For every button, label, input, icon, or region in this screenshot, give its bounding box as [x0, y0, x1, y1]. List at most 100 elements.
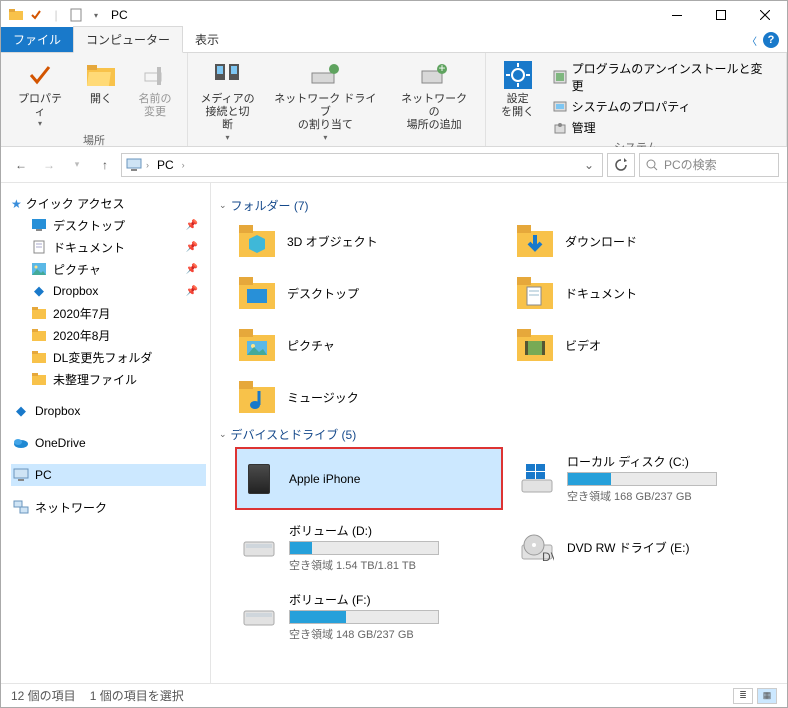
nav-back-button[interactable]: ← — [9, 153, 33, 177]
tree-network[interactable]: ネットワーク — [11, 496, 206, 518]
tree-2020-7[interactable]: 2020年7月 — [29, 302, 206, 324]
tree-desktop[interactable]: デスクトップ📌 — [29, 214, 206, 236]
add-network-button[interactable]: + ネットワークの 場所の追加 — [392, 57, 477, 135]
qat-dropdown-icon[interactable]: ▾ — [87, 6, 105, 24]
status-selected: 1 個の項目を選択 — [90, 687, 184, 704]
breadcrumb-pc[interactable]: PC — [153, 156, 178, 174]
pin-icon: 📌 — [186, 220, 204, 231]
titlebar: | ▾ PC — [1, 1, 787, 29]
documents-icon — [31, 239, 47, 255]
tab-computer[interactable]: コンピューター — [73, 26, 183, 53]
folder-3dobjects[interactable]: 3D オブジェクト — [235, 218, 503, 264]
tree-dl-dest[interactable]: DL変更先フォルダ — [29, 346, 206, 368]
folder-documents[interactable]: ドキュメント — [513, 270, 781, 316]
uninstall-button[interactable]: プログラムのアンインストールと変更 — [548, 59, 778, 95]
rename-icon — [139, 59, 171, 91]
drive-c[interactable]: ローカル ディスク (C:) 空き領域 168 GB/237 GB — [513, 447, 781, 510]
ribbon-group-network: メディアの 接続と切断 ▾ ネットワーク ドライブ の割り当て ▾ + ネットワ… — [188, 53, 486, 146]
chevron-right-icon[interactable]: › — [182, 160, 185, 170]
minimize-button[interactable] — [655, 1, 699, 29]
tree-2020-8[interactable]: 2020年8月 — [29, 324, 206, 346]
tree-dropbox[interactable]: ◆Dropbox — [11, 400, 206, 422]
search-icon — [646, 159, 658, 171]
device-iphone[interactable]: Apple iPhone — [235, 447, 503, 510]
section-folders[interactable]: ⌄フォルダー (7) — [217, 191, 781, 218]
drive-f[interactable]: ボリューム (F:) 空き領域 148 GB/237 GB — [235, 585, 503, 648]
section-devices[interactable]: ⌄デバイスとドライブ (5) — [217, 420, 781, 447]
open-settings-button[interactable]: 設定 を開く — [494, 57, 542, 121]
network-icon — [13, 499, 29, 515]
tree-dropbox-pin[interactable]: ◆Dropbox📌 — [29, 280, 206, 302]
media-button[interactable]: メディアの 接続と切断 ▾ — [196, 57, 259, 144]
pc-icon — [13, 467, 29, 483]
pin-icon: 📌 — [186, 286, 204, 297]
rename-button[interactable]: 名前の 変更 — [131, 57, 179, 121]
folder-music[interactable]: ミュージック — [235, 374, 503, 420]
folder-downloads[interactable]: ダウンロード — [513, 218, 781, 264]
ribbon-help: 〈 ? — [739, 28, 787, 52]
nav-tree[interactable]: ★クイック アクセス デスクトップ📌 ドキュメント📌 ピクチャ📌 ◆Dropbo… — [1, 183, 211, 683]
drive-icon — [239, 528, 279, 568]
refresh-button[interactable] — [607, 153, 635, 177]
maximize-button[interactable] — [699, 1, 743, 29]
drive-d[interactable]: ボリューム (D:) 空き領域 1.54 TB/1.81 TB — [235, 516, 503, 579]
downloads-icon — [515, 221, 555, 261]
map-drive-button[interactable]: ネットワーク ドライブ の割り当て ▾ — [265, 57, 386, 144]
tree-quick-access[interactable]: ★クイック アクセス — [11, 193, 206, 214]
view-details-button[interactable]: ≣ — [733, 688, 753, 704]
content-area[interactable]: ⌄フォルダー (7) 3D オブジェクト ダウンロード デスクトップ ドキュメン… — [211, 183, 787, 683]
help-icon[interactable]: ? — [763, 32, 779, 48]
qat-new-icon[interactable] — [67, 6, 85, 24]
properties-check-icon — [24, 59, 56, 91]
search-box[interactable]: PCの検索 — [639, 153, 779, 177]
tab-view[interactable]: 表示 — [183, 27, 231, 52]
group-label-location: 場所 — [83, 130, 105, 148]
dropbox-icon: ◆ — [31, 283, 47, 299]
tree-unsorted[interactable]: 未整理ファイル — [29, 368, 206, 390]
tab-file[interactable]: ファイル — [1, 27, 73, 52]
search-placeholder: PCの検索 — [664, 156, 717, 173]
map-drive-icon — [309, 59, 341, 91]
desktop-folder-icon — [237, 273, 277, 313]
nav-recent-dropdown[interactable]: ▾ — [65, 153, 89, 177]
refresh-icon — [614, 158, 628, 172]
nav-up-button[interactable]: ↑ — [93, 153, 117, 177]
folder-desktop[interactable]: デスクトップ — [235, 270, 503, 316]
ribbon-tabs: ファイル コンピューター 表示 〈 ? — [1, 29, 787, 53]
capacity-bar — [289, 541, 439, 555]
capacity-bar — [567, 472, 717, 486]
pin-icon: 📌 — [186, 242, 204, 253]
properties-button[interactable]: プロパティ ▾ — [9, 57, 71, 130]
open-button[interactable]: 開く — [77, 57, 125, 108]
nav-forward-button[interactable]: → — [37, 153, 61, 177]
folder-videos[interactable]: ビデオ — [513, 322, 781, 368]
view-switcher: ≣ ▦ — [733, 688, 777, 704]
close-button[interactable] — [743, 1, 787, 29]
folder-pictures[interactable]: ピクチャ — [235, 322, 503, 368]
status-count: 12 個の項目 — [11, 687, 76, 704]
chevron-right-icon[interactable]: › — [146, 160, 149, 170]
sysprop-icon — [552, 99, 568, 115]
system-properties-button[interactable]: システムのプロパティ — [548, 97, 778, 116]
manage-icon — [552, 120, 568, 136]
address-bar[interactable]: › PC › ⌄ — [121, 153, 603, 177]
tree-pictures[interactable]: ピクチャ📌 — [29, 258, 206, 280]
svg-text:+: + — [439, 63, 446, 75]
quick-access-toolbar: | ▾ — [1, 6, 105, 24]
ribbon-group-location: プロパティ ▾ 開く 名前の 変更 場所 — [1, 53, 188, 146]
svg-text:DVD: DVD — [542, 550, 554, 563]
view-tiles-button[interactable]: ▦ — [757, 688, 777, 704]
window-title: PC — [111, 8, 128, 22]
manage-button[interactable]: 管理 — [548, 118, 778, 137]
address-dropdown-icon[interactable]: ⌄ — [580, 158, 598, 172]
3dobjects-icon — [237, 221, 277, 261]
settings-gear-icon — [502, 59, 534, 91]
qat-properties-icon[interactable] — [27, 6, 45, 24]
tree-pc[interactable]: PC — [11, 464, 206, 486]
tree-onedrive[interactable]: OneDrive — [11, 432, 206, 454]
drive-dvd[interactable]: DVD DVD RW ドライブ (E:) — [513, 516, 781, 579]
tree-documents[interactable]: ドキュメント📌 — [29, 236, 206, 258]
pictures-folder-icon — [237, 325, 277, 365]
media-icon — [211, 59, 243, 91]
collapse-ribbon-icon[interactable]: 〈 — [747, 33, 757, 48]
